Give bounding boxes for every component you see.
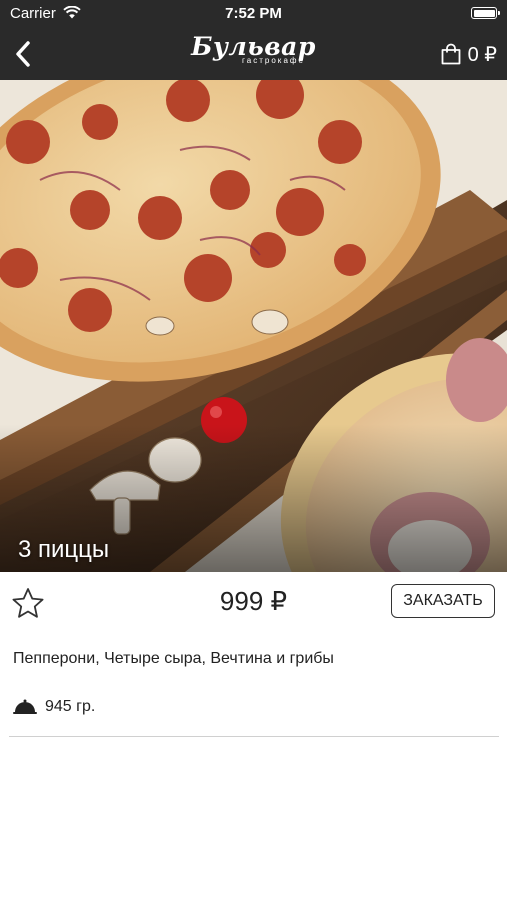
product-weight: 945 гр. xyxy=(45,698,96,715)
divider xyxy=(9,736,499,737)
product-description: Пепперони, Четыре сыра, Вечтина и грибы xyxy=(13,650,334,667)
pizza-photo xyxy=(0,80,507,572)
order-button[interactable]: ЗАКАЗАТЬ xyxy=(391,584,495,618)
product-image: 3 пиццы xyxy=(0,80,507,572)
star-outline-icon xyxy=(12,588,44,618)
shopping-bag-icon xyxy=(441,43,460,65)
product-title: 3 пиццы xyxy=(18,536,110,563)
logo-sub-text: гастрокафе xyxy=(242,56,305,65)
action-row: 999 ₽ ЗАКАЗАТЬ xyxy=(0,572,507,634)
cart-amount: 0 ₽ xyxy=(467,43,497,66)
logo-main-text: Бульвар xyxy=(191,32,316,61)
chevron-left-icon xyxy=(16,41,30,67)
weight-row: 945 гр. xyxy=(13,698,95,716)
favorite-button[interactable] xyxy=(10,586,46,622)
dish-cloche-icon xyxy=(13,699,37,714)
battery-icon xyxy=(471,7,500,19)
brand-logo: Бульвар гастрокафе xyxy=(0,32,507,66)
cart-button[interactable]: 0 ₽ xyxy=(440,40,497,68)
back-button[interactable] xyxy=(6,34,40,74)
top-bar: Carrier 7:52 PM Бульвар гастрокафе 0 ₽ xyxy=(0,0,507,80)
status-bar: Carrier 7:52 PM xyxy=(0,0,507,28)
nav-bar: Бульвар гастрокафе 0 ₽ xyxy=(0,28,507,80)
status-time: 7:52 PM xyxy=(225,5,282,22)
